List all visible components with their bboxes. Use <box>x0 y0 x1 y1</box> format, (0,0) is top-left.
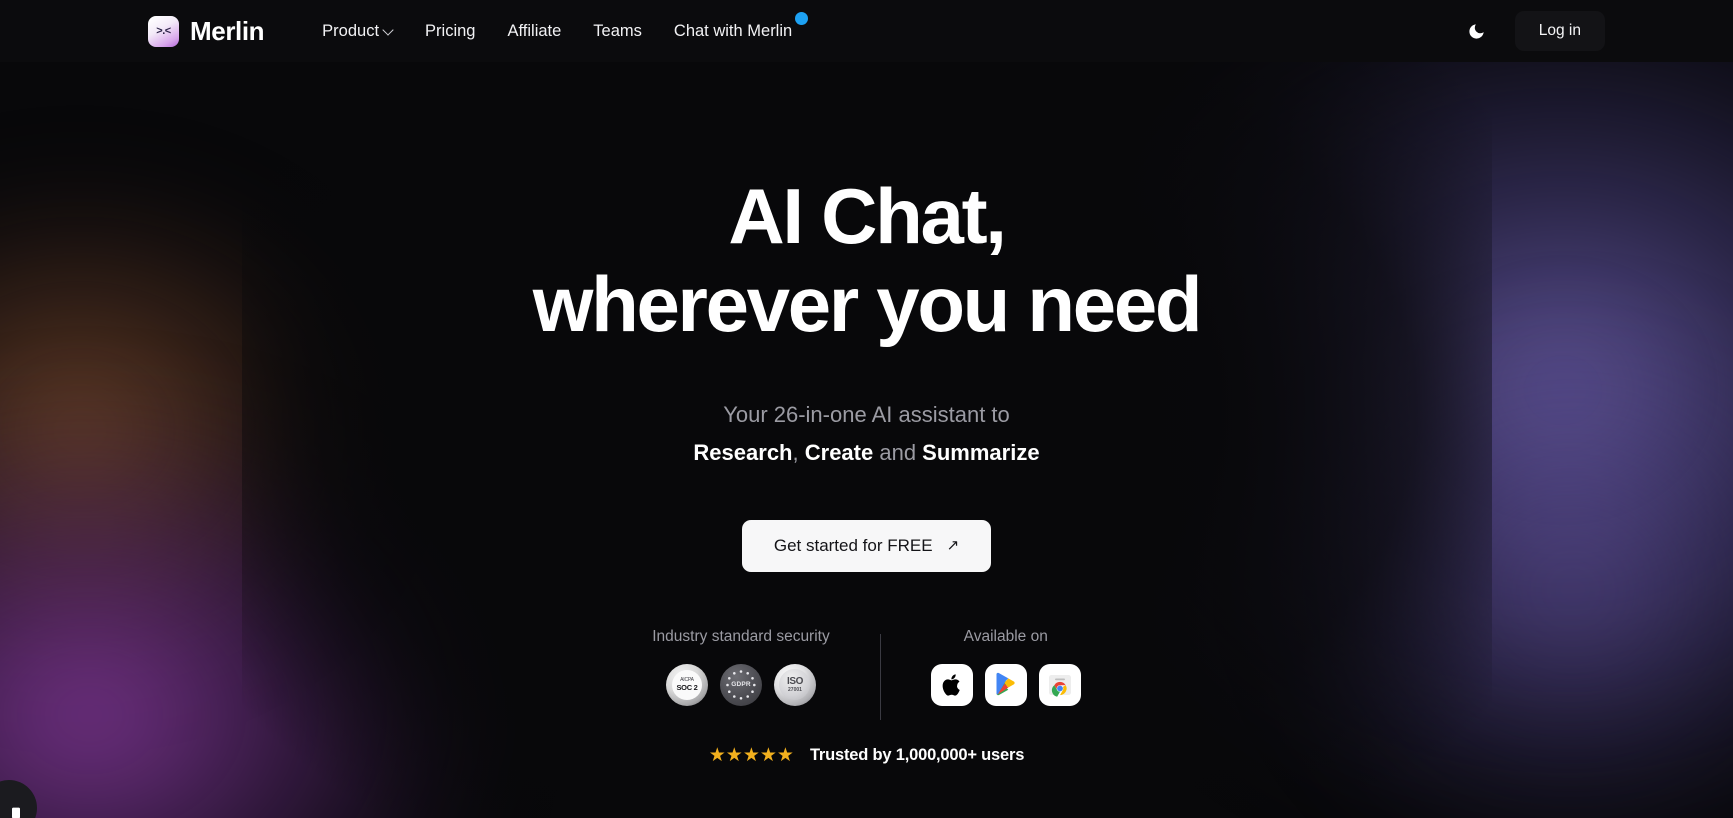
star-rating-icon: ★★★★★ <box>708 744 794 766</box>
page-title: AI Chat, wherever you need <box>532 172 1203 349</box>
get-started-button[interactable]: Get started for FREE ↗ <box>741 519 992 572</box>
nav-item-chat-with-merlin-label: Chat with Merlin <box>673 21 793 40</box>
notification-dot-icon <box>795 11 809 25</box>
get-started-label: Get started for FREE <box>773 535 933 555</box>
subtitle-line-1: Your 26-in-one AI assistant to <box>723 402 1010 428</box>
google-play-store-icon[interactable] <box>984 663 1027 706</box>
subtitle-line-2: Research, Create and Summarize <box>693 434 1039 472</box>
chrome-web-store-icon[interactable] <box>1038 663 1081 706</box>
subtitle-and: and <box>873 440 923 466</box>
gdpr-star-ring-icon <box>720 664 762 706</box>
subtitle-research: Research <box>693 440 793 466</box>
brand-logo[interactable]: >.< Merlin <box>148 15 265 47</box>
hero-section: AI Chat, wherever you need Your 26-in-on… <box>0 62 1733 818</box>
subtitle-summarize: Summarize <box>922 440 1040 466</box>
chevron-down-icon <box>384 25 393 34</box>
gdpr-badge: GDPR <box>719 663 762 706</box>
iso-line2: 27001 <box>788 686 802 693</box>
nav-item-teams[interactable]: Teams <box>593 22 642 41</box>
store-links <box>930 663 1081 706</box>
nav-item-product-label: Product <box>322 21 380 40</box>
trusted-users-text: Trusted by 1,000,000+ users <box>809 745 1025 764</box>
aicpa-soc2-badge: AICPA SOC 2 <box>665 663 708 706</box>
moon-icon[interactable] <box>1465 19 1489 43</box>
nav-right-actions: Log in <box>1465 11 1605 51</box>
trust-row: Industry standard security AICPA SOC 2 G… <box>652 627 1081 720</box>
nav-item-affiliate-label: Affiliate <box>507 21 562 40</box>
nav-item-pricing[interactable]: Pricing <box>425 22 475 41</box>
logo-face-glyph: >.< <box>156 24 171 37</box>
apple-app-store-icon[interactable] <box>930 663 973 706</box>
security-column: Industry standard security AICPA SOC 2 G… <box>652 627 830 706</box>
available-on-label: Available on <box>963 627 1048 645</box>
vertical-divider <box>879 633 881 720</box>
nav-item-teams-label: Teams <box>593 21 642 40</box>
aicpa-soc2-line2: SOC 2 <box>676 683 698 693</box>
top-navigation-bar: >.< Merlin Product Pricing Affiliate Tea… <box>0 0 1733 62</box>
nav-links: Product Pricing Affiliate Teams Chat wit… <box>322 11 809 41</box>
login-button[interactable]: Log in <box>1514 11 1605 51</box>
security-label: Industry standard security <box>652 627 830 645</box>
iso-27001-badge: ISO 27001 <box>773 663 816 706</box>
security-badges: AICPA SOC 2 GDPR ISO 27001 <box>665 663 816 706</box>
nav-item-chat-with-merlin[interactable]: Chat with Merlin <box>673 11 809 41</box>
rating-row: ★★★★★ Trusted by 1,000,000+ users <box>708 744 1025 766</box>
available-on-column: Available on <box>930 627 1081 706</box>
nav-item-pricing-label: Pricing <box>425 21 476 40</box>
nav-item-affiliate[interactable]: Affiliate <box>507 22 561 41</box>
brand-name: Merlin <box>190 15 265 46</box>
arrow-up-right-icon: ↗ <box>946 537 960 555</box>
merlin-logo-icon: >.< <box>148 15 179 47</box>
subtitle-create: Create <box>804 440 874 466</box>
subtitle-comma: , <box>792 440 799 466</box>
headline-line-1: AI Chat, <box>728 172 1007 260</box>
iso-line1: ISO <box>786 675 803 687</box>
headline-line-2: wherever you need <box>532 260 1203 349</box>
hero-subtitle: Your 26-in-one AI assistant to Research,… <box>693 396 1039 472</box>
nav-item-product[interactable]: Product <box>322 22 393 41</box>
